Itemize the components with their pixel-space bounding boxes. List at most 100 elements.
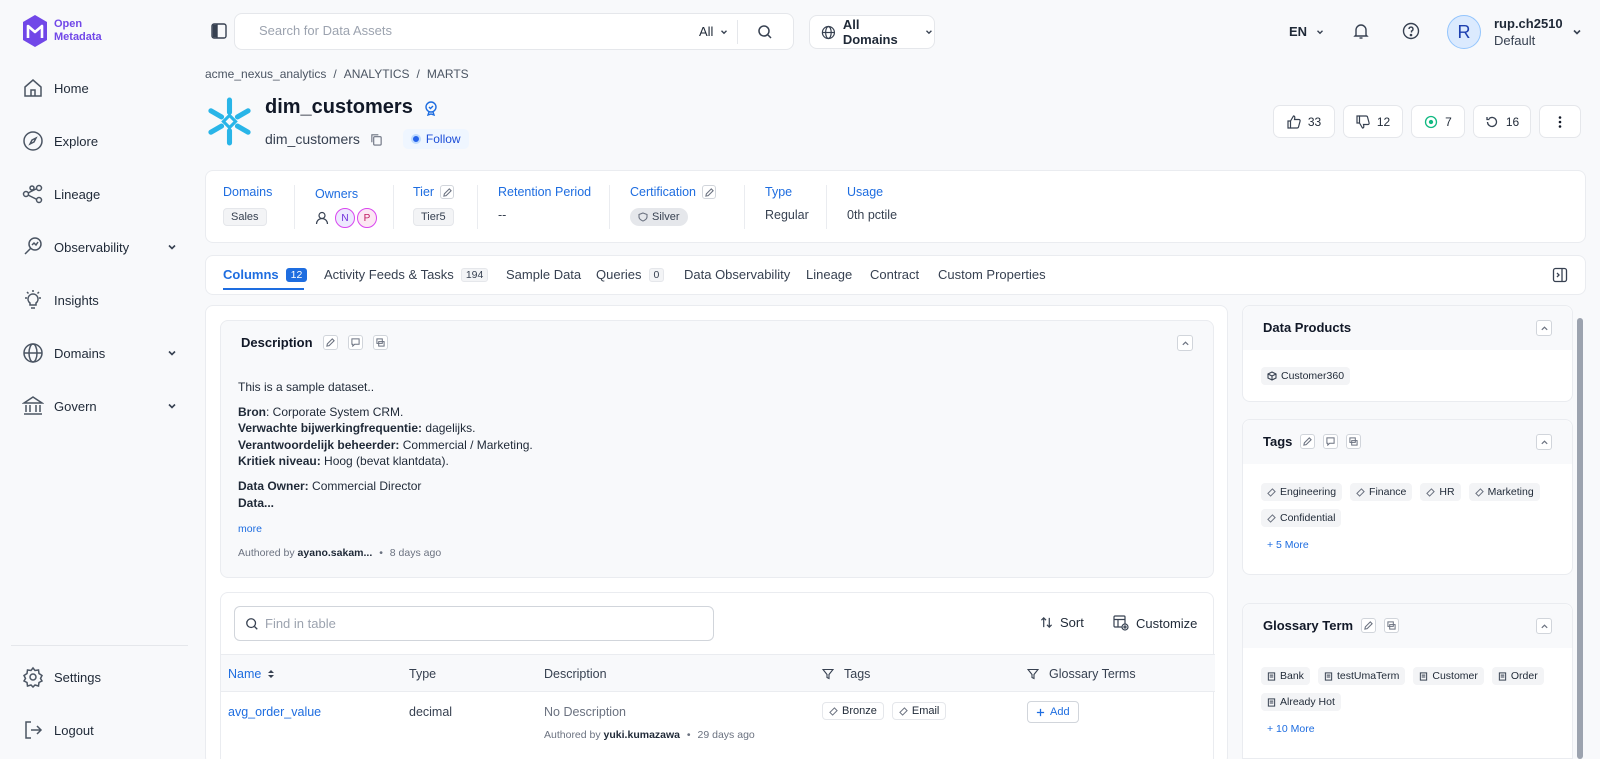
sidebar-item-observability[interactable]: Observability [22,234,178,260]
tag-chip[interactable]: Finance [1350,483,1413,501]
search-icon[interactable] [757,24,773,40]
sidebar-item-logout[interactable]: Logout [22,717,178,743]
conversation-icon[interactable] [372,335,388,350]
glossary-more-link[interactable]: + 10 More [1267,723,1315,735]
edit-icon[interactable] [1361,618,1377,633]
tags-more-link[interactable]: + 5 More [1267,539,1309,551]
tab-data-observability[interactable]: Data Observability [684,267,790,282]
language-select[interactable]: EN [1289,24,1325,39]
tag-chip[interactable]: Marketing [1468,483,1540,501]
tab-lineage[interactable]: Lineage [806,267,852,282]
data-product-chip[interactable]: Customer360 [1261,367,1351,385]
avatar[interactable]: R [1447,15,1481,49]
tag-icon [1474,487,1484,497]
logo-text-top: Open [54,18,83,30]
conversation-icon[interactable] [1384,618,1400,633]
filter-icon[interactable] [822,668,834,680]
bell-icon[interactable] [1352,22,1370,40]
more-actions-button[interactable] [1539,105,1581,138]
panel-collapse-icon[interactable] [1552,267,1568,283]
sidebar-toggle-icon[interactable] [210,22,228,40]
request-description-icon[interactable] [347,335,363,350]
description-line: Verantwoordelijk beheerder: Commercial /… [238,437,533,452]
conversation-icon[interactable] [1346,434,1362,449]
column-description: No Description [544,705,626,719]
copy-icon[interactable] [370,133,383,146]
edit-icon[interactable] [702,185,716,199]
edit-icon[interactable] [1300,434,1316,449]
breadcrumb-item[interactable]: ANALYTICS [344,67,410,81]
column-name-link[interactable]: avg_order_value [228,705,321,719]
author-name[interactable]: yuki.kumazawa [604,729,680,741]
find-in-table-input[interactable] [265,616,695,631]
edit-icon[interactable] [322,335,338,350]
edit-icon[interactable] [440,185,455,199]
certification-chip[interactable]: Silver [630,208,688,226]
sidebar-item-govern[interactable]: Govern [22,393,178,419]
tab-contract[interactable]: Contract [870,267,919,282]
upvote-button[interactable]: 33 [1273,105,1335,138]
sort-button[interactable]: Sort [1040,615,1084,630]
tab-sample-data[interactable]: Sample Data [506,267,581,282]
column-header-name[interactable]: Name [228,667,275,681]
filter-icon[interactable] [1027,668,1039,680]
tab-columns[interactable]: Columns 12 [223,267,308,282]
downvote-button[interactable]: 12 [1343,105,1403,138]
chevron-down-icon[interactable] [1571,26,1583,38]
sidebar-item-explore[interactable]: Explore [22,128,178,154]
scrollbar[interactable] [1577,318,1583,759]
glossary-chip[interactable]: Bank [1261,667,1310,685]
sidebar-item-domains[interactable]: Domains [22,340,178,366]
glossary-chip[interactable]: Order [1491,667,1544,685]
sidebar-item-home[interactable]: Home [22,75,178,101]
owner-avatar[interactable]: N [335,208,355,228]
glossary-chip[interactable]: testUmaTerm [1317,667,1406,685]
owner-avatar[interactable]: P [357,208,377,228]
domain-chip[interactable]: Sales [223,208,267,226]
breadcrumb-item[interactable]: acme_nexus_analytics [205,67,326,81]
breadcrumb-item[interactable]: MARTS [427,67,469,81]
sidebar-item-settings[interactable]: Settings [22,664,178,690]
request-tags-icon[interactable] [1323,434,1339,449]
add-glossary-button[interactable]: Add [1027,701,1079,723]
divider [294,185,295,229]
sidebar-item-insights[interactable]: Insights [22,287,178,313]
chevron-up-icon[interactable] [1177,335,1193,351]
tag-chip[interactable]: Engineering [1261,483,1343,501]
help-icon[interactable] [1402,22,1420,40]
sort-icon [1040,617,1053,628]
tier-chip[interactable]: Tier5 [413,208,454,226]
search-box[interactable]: All [234,13,794,50]
user-name[interactable]: rup.ch2510 [1494,16,1563,31]
tab-activity-feeds[interactable]: Activity Feeds & Tasks 194 [324,267,489,282]
chevron-up-icon[interactable] [1536,320,1552,336]
user-icon[interactable] [315,211,329,225]
glossary-chip[interactable]: Already Hot [1261,693,1341,711]
customize-button[interactable]: Customize [1113,615,1197,631]
globe-icon [821,25,836,39]
task-icon [1425,115,1438,128]
chevron-up-icon[interactable] [1536,618,1552,634]
tag-chip[interactable]: Bronze [822,702,884,720]
sidebar-item-lineage[interactable]: Lineage [22,181,178,207]
domain-select[interactable]: All Domains [809,15,935,49]
glossary-chip[interactable]: Customer [1413,667,1484,685]
chevron-up-icon[interactable] [1536,434,1552,450]
tag-chip[interactable]: Confidential [1261,509,1342,527]
find-in-table-box[interactable] [234,606,714,641]
search-input[interactable] [259,23,659,38]
tag-chip[interactable]: Email [891,702,947,720]
follow-button[interactable]: Follow [402,129,469,149]
thumbs-up-icon [1287,114,1301,129]
more-link[interactable]: more [238,523,262,535]
tab-custom-properties[interactable]: Custom Properties [938,267,1046,282]
logo[interactable]: Open Metadata [20,14,102,48]
tab-queries[interactable]: Queries 0 [596,267,665,282]
tag-chip[interactable]: HR [1420,483,1461,501]
tasks-button[interactable]: 7 [1411,105,1465,138]
column-authored-info: Authored by yuki.kumazawa • 29 days ago [544,729,755,741]
tab-bar: Columns 12 Activity Feeds & Tasks 194 Sa… [205,255,1586,295]
author-name[interactable]: ayano.sakam... [298,547,373,559]
search-scope-select[interactable]: All [699,24,729,39]
versions-button[interactable]: 16 [1473,105,1531,138]
